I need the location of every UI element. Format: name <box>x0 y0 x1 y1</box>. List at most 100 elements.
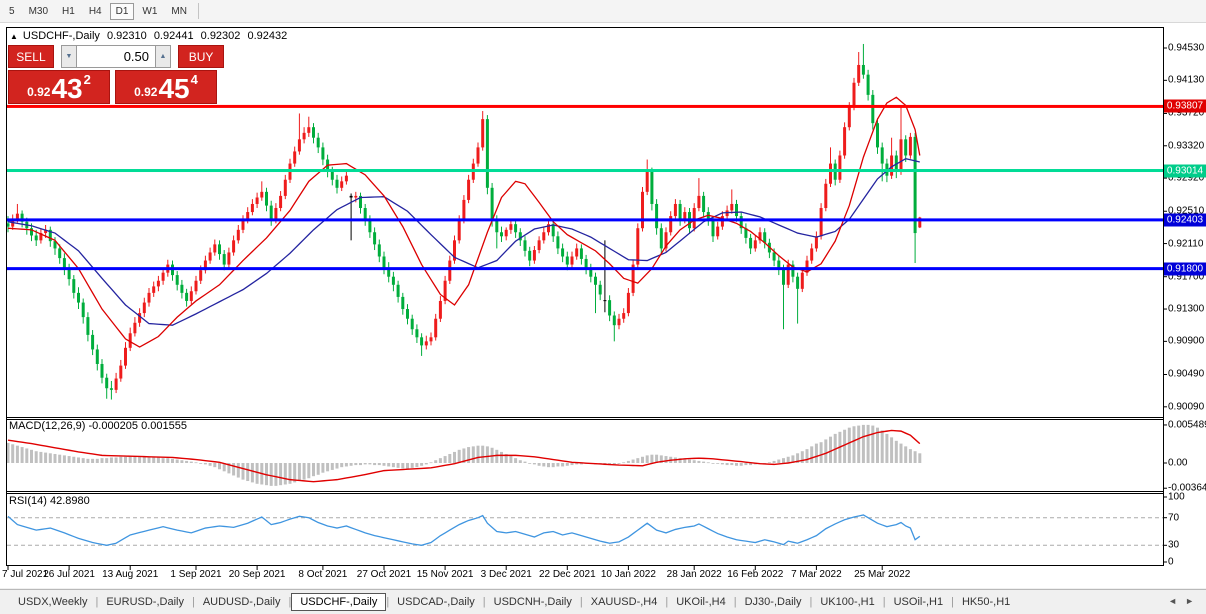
macd-histogram-bar <box>185 461 188 463</box>
candle-body <box>345 176 348 182</box>
rsi-axis-label: 30 <box>1168 540 1179 551</box>
macd-histogram-bar <box>49 453 52 463</box>
macd-histogram-bar <box>397 463 400 468</box>
macd-histogram-bar <box>21 447 24 463</box>
buy-price-display[interactable]: 0.92 45 4 <box>115 70 217 104</box>
candle-body <box>552 224 555 236</box>
timeframe-button-m30[interactable]: M30 <box>23 3 54 20</box>
macd-histogram-bar <box>571 463 574 465</box>
macd-histogram-bar <box>528 463 531 464</box>
candle-body <box>317 138 320 148</box>
candle-body <box>176 275 179 285</box>
timeframe-button-mn[interactable]: MN <box>165 3 193 20</box>
chart-border <box>7 28 1164 566</box>
macd-histogram-bar <box>688 460 691 463</box>
chart-tab-eurusd-daily[interactable]: EURUSD-,Daily <box>98 594 192 610</box>
green-level-line[interactable] <box>7 169 1163 172</box>
macd-histogram-bar <box>148 457 151 463</box>
macd-histogram-bar <box>881 430 884 463</box>
candle-body <box>124 348 127 366</box>
buy-button[interactable]: BUY <box>178 45 224 68</box>
chart-tab-hk50-h1[interactable]: HK50-,H1 <box>954 594 1018 610</box>
macd-histogram-bar <box>331 463 334 470</box>
chart-tab-audusd-daily[interactable]: AUDUSD-,Daily <box>195 594 289 610</box>
macd-histogram-bar <box>448 454 451 463</box>
macd-histogram-bar <box>401 463 404 469</box>
candle-body <box>260 192 263 198</box>
macd-histogram-bar <box>627 461 630 463</box>
tab-scroll-left-icon[interactable]: ◄ <box>1168 596 1185 606</box>
candle-body <box>237 230 240 241</box>
chart-tab-xauusd-h4[interactable]: XAUUSD-,H4 <box>583 594 666 610</box>
chart-tab-usdcad-daily[interactable]: USDCAD-,Daily <box>389 594 483 610</box>
macd-histogram-bar <box>124 457 127 463</box>
macd-histogram-bar <box>387 463 390 466</box>
macd-histogram-bar <box>44 453 47 463</box>
chart-tab-ukoil-h4[interactable]: UKOil-,H4 <box>668 594 734 610</box>
candle-body <box>603 300 606 301</box>
macd-histogram-bar <box>251 463 254 482</box>
macd-histogram-bar <box>430 462 433 463</box>
candle-body <box>646 172 649 192</box>
price-badge-resistance-line: 0.93807 <box>1164 100 1206 113</box>
timeframe-button-h1[interactable]: H1 <box>56 3 81 20</box>
chart-tab-dj30-daily[interactable]: DJ30-,Daily <box>737 594 810 610</box>
candle-body <box>411 319 414 330</box>
volume-input[interactable] <box>77 45 155 68</box>
candle-body <box>448 261 451 281</box>
macd-histogram-bar <box>204 463 207 464</box>
candle-body <box>556 236 559 248</box>
timeframe-button-h4[interactable]: H4 <box>83 3 108 20</box>
chart-tab-usdx-weekly[interactable]: USDX,Weekly <box>10 594 95 610</box>
timeframe-button-w1[interactable]: W1 <box>136 3 163 20</box>
macd-histogram-bar <box>815 444 818 463</box>
buy-price-point: 4 <box>191 72 198 87</box>
macd-histogram-bar <box>918 453 921 463</box>
candle-body <box>782 269 785 285</box>
macd-histogram-bar <box>716 463 719 464</box>
candle-body <box>467 180 470 200</box>
macd-histogram-bar <box>16 446 19 463</box>
support-line[interactable] <box>7 267 1163 270</box>
candle-body <box>213 244 216 252</box>
macd-histogram-bar <box>359 463 362 465</box>
sell-button[interactable]: SELL <box>8 45 54 68</box>
candle-body <box>829 164 832 184</box>
macd-histogram-bar <box>810 446 813 463</box>
candle-body <box>96 349 99 364</box>
candle-body <box>195 281 198 292</box>
candle-body <box>105 378 108 389</box>
volume-increase-button[interactable]: ▲ <box>155 45 171 68</box>
volume-decrease-button[interactable]: ▼ <box>61 45 77 68</box>
timeframe-button-d1[interactable]: D1 <box>110 3 135 20</box>
candle-body <box>256 198 259 204</box>
candle-body <box>528 251 531 261</box>
tab-scroll-right-icon[interactable]: ► <box>1185 596 1202 606</box>
resistance-line[interactable] <box>7 105 1163 108</box>
chart-tab-usdchf-daily[interactable]: USDCHF-,Daily <box>291 593 386 611</box>
candle-body <box>368 220 371 232</box>
macd-histogram-bar <box>166 458 169 463</box>
candle-body <box>481 119 484 147</box>
date-axis-label: 13 Aug 2021 <box>102 569 158 580</box>
price-axis-label: 0.94130 <box>1168 75 1204 86</box>
price-axis-label: 0.94530 <box>1168 43 1204 54</box>
macd-histogram-bar <box>721 463 724 464</box>
chart-tab-uk100-h1[interactable]: UK100-,H1 <box>812 594 882 610</box>
macd-histogram-bar <box>909 449 912 463</box>
macd-histogram-bar <box>744 463 747 465</box>
candle-body <box>284 180 287 196</box>
timeframe-button-5[interactable]: 5 <box>3 3 21 20</box>
bid-price-line[interactable] <box>7 218 1163 221</box>
chart-tab-usoil-h1[interactable]: USOil-,H1 <box>886 594 952 610</box>
sell-price-display[interactable]: 0.92 43 2 <box>8 70 110 104</box>
macd-axis-label: 0.00 <box>1168 458 1187 469</box>
rsi-axis-label: 100 <box>1168 492 1185 503</box>
macd-histogram-bar <box>458 450 461 463</box>
chart-tab-usdcnh-daily[interactable]: USDCNH-,Daily <box>486 594 580 610</box>
date-axis-label: 7 Mar 2022 <box>791 569 842 580</box>
macd-histogram-bar <box>646 455 649 463</box>
rsi-value: 42.8980 <box>50 495 90 507</box>
date-axis-label: 7 Jul 2021 <box>2 569 48 580</box>
macd-histogram-bar <box>914 451 917 463</box>
